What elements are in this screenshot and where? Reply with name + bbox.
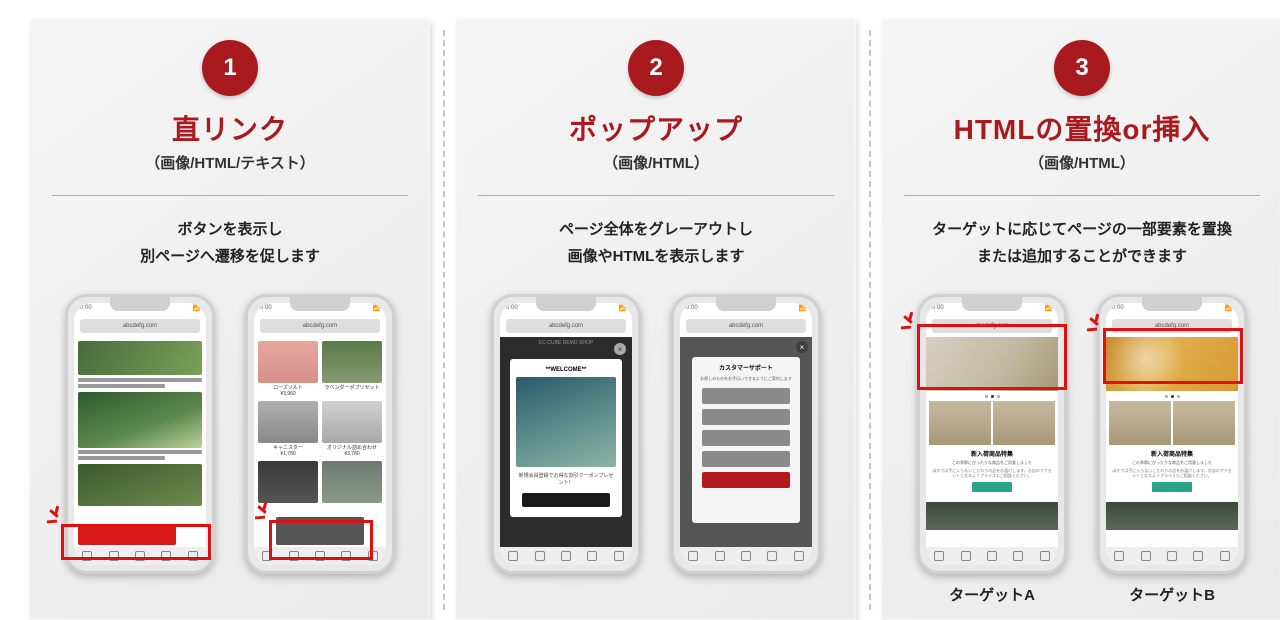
target-label-b: ターゲットB xyxy=(1097,584,1247,605)
cta-button-mock xyxy=(78,525,176,545)
phone-mockup: 0:00📶 abcdefg.com xyxy=(65,294,215,574)
column-separator xyxy=(430,20,456,620)
divider xyxy=(52,195,408,196)
panel-direct-link: 1 直リンク （画像/HTML/テキスト） ボタンを表示し 別ページへ遷移を促し… xyxy=(30,20,430,620)
floating-card-mock xyxy=(276,517,364,545)
desc-line: 別ページへ遷移を促します xyxy=(42,243,418,270)
phone-pair: 0:00📶 abcdefg.com 新入荷商品特集 この季節にぴったりな商品をご… xyxy=(894,294,1270,605)
panel-title: ポップアップ xyxy=(468,108,844,148)
close-icon: × xyxy=(796,341,808,353)
step-badge-2: 2 xyxy=(628,40,684,96)
panel-html-replace: 3 HTMLの置換or挿入 （画像/HTML） ターゲットに応じてページの一部要… xyxy=(882,20,1280,620)
url-bar: abcdefg.com xyxy=(260,319,380,333)
desc-line: 画像やHTMLを表示します xyxy=(468,243,844,270)
popup-card: カスタマーサポート お探しのものをお手伝いできるようにご案内します xyxy=(692,357,800,523)
popup-cta-mock xyxy=(702,472,790,488)
url-bar: abcdefg.com xyxy=(506,319,626,333)
feature-comparison-stage: 1 直リンク （画像/HTML/テキスト） ボタンを表示し 別ページへ遷移を促し… xyxy=(0,0,1280,620)
panel-popup: 2 ポップアップ （画像/HTML） ページ全体をグレーアウトし 画像やHTML… xyxy=(456,20,856,620)
phone-pair: 0:00📶 abcdefg.com EC-CUBE DEMO SHOP × **… xyxy=(468,294,844,574)
target-label-a: ターゲットA xyxy=(917,584,1067,605)
panel-desc: ターゲットに応じてページの一部要素を置換 または追加することができます xyxy=(894,216,1270,270)
desc-line: ページ全体をグレーアウトし xyxy=(468,216,844,243)
phone-mockup: 0:00📶 abcdefg.com ローズソルト¥3,960 ラベンダーポプリセ… xyxy=(245,294,395,574)
popup-card: **WELCOME** 新規会員登録でお得な割引クーポンプレゼント！ xyxy=(510,359,622,517)
phone-mockup: 0:00📶 abcdefg.com 新入荷商品特集 この季節にぴったりな商品をご… xyxy=(917,294,1067,605)
url-bar: abcdefg.com xyxy=(80,319,200,333)
panel-title: 直リンク xyxy=(42,108,418,148)
url-bar: abcdefg.com xyxy=(932,319,1052,333)
panel-subtitle: （画像/HTML） xyxy=(468,152,844,173)
desc-line: ターゲットに応じてページの一部要素を置換 xyxy=(894,216,1270,243)
phone-mockup: 0:00📶 abcdefg.com × カスタマーサポート お探しのものをお手伝… xyxy=(671,294,821,574)
url-bar: abcdefg.com xyxy=(1112,319,1232,333)
popup-cta-mock xyxy=(522,493,610,507)
panel-desc: ボタンを表示し 別ページへ遷移を促します xyxy=(42,216,418,270)
desc-line: または追加することができます xyxy=(894,243,1270,270)
panel-subtitle: （画像/HTML/テキスト） xyxy=(42,152,418,173)
phone-pair: 0:00📶 abcdefg.com xyxy=(42,294,418,574)
phone-mockup: 0:00📶 abcdefg.com 新入荷商品特集 この季節にぴったりな商品をご… xyxy=(1097,294,1247,605)
step-badge-3: 3 xyxy=(1054,40,1110,96)
panel-desc: ページ全体をグレーアウトし 画像やHTMLを表示します xyxy=(468,216,844,270)
close-icon: × xyxy=(614,343,626,355)
divider xyxy=(904,195,1260,196)
phone-mockup: 0:00📶 abcdefg.com EC-CUBE DEMO SHOP × **… xyxy=(491,294,641,574)
desc-line: ボタンを表示し xyxy=(42,216,418,243)
divider xyxy=(478,195,834,196)
panel-subtitle: （画像/HTML） xyxy=(894,152,1270,173)
url-bar: abcdefg.com xyxy=(686,319,806,333)
panel-title: HTMLの置換or挿入 xyxy=(894,108,1270,148)
column-separator xyxy=(856,20,882,620)
step-badge-1: 1 xyxy=(202,40,258,96)
